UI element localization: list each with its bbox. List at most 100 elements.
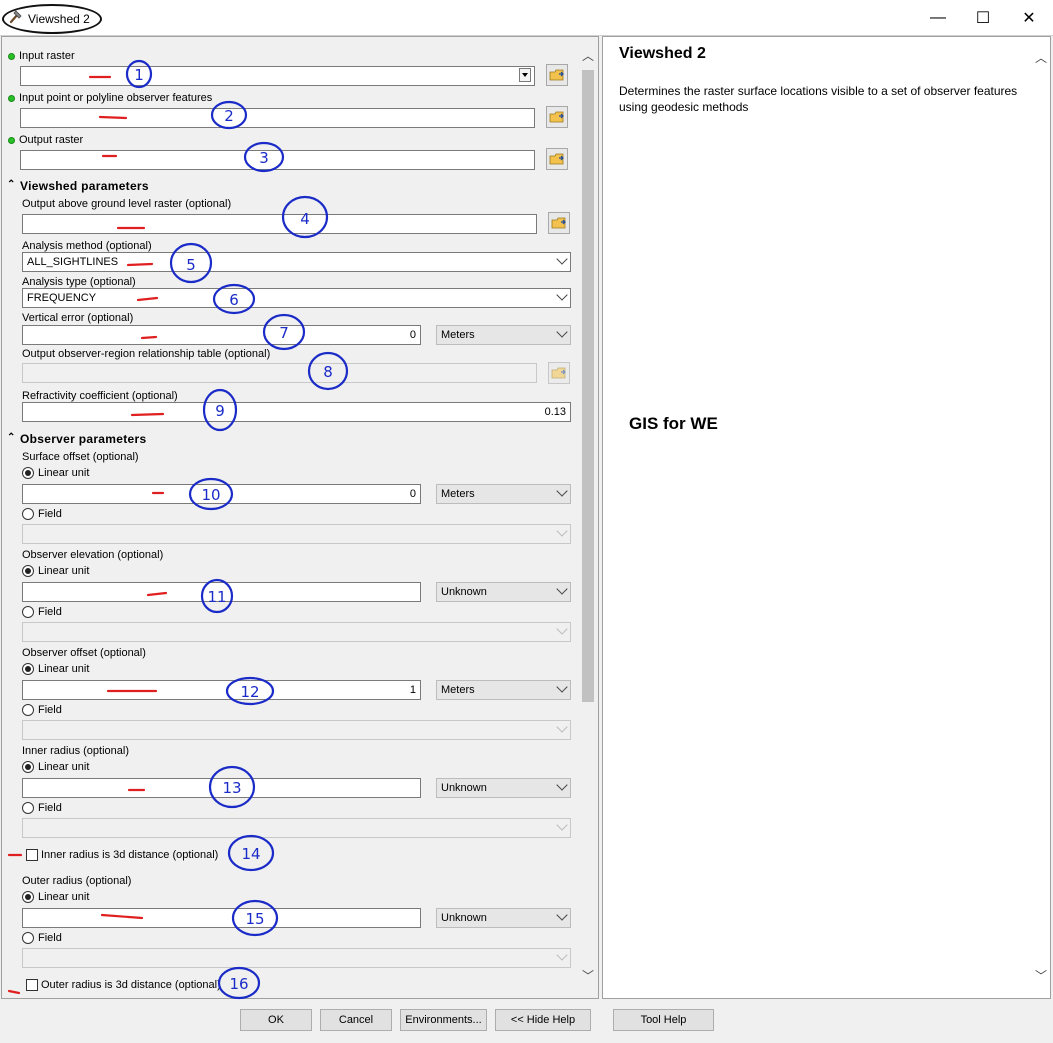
observer-elevation-label: Observer elevation (optional) (22, 549, 164, 561)
folder-icon (551, 367, 566, 379)
ok-button[interactable]: OK (240, 1009, 312, 1031)
folder-icon (549, 153, 564, 165)
field-label: Field (38, 802, 62, 814)
inner-radius-unit: Unknown (441, 782, 487, 794)
scroll-up-icon[interactable]: ︿ (582, 50, 594, 62)
outer-3d-checkbox[interactable] (26, 979, 38, 991)
observer-offset-field-select (22, 720, 571, 740)
analysis-type-label: Analysis type (optional) (22, 276, 136, 288)
window-title: Viewshed 2 (28, 12, 90, 26)
inner-radius-unit-select[interactable]: Unknown (436, 778, 571, 798)
browse-output-raster-button[interactable] (546, 148, 568, 170)
watermark-text: GIS for WE (629, 414, 718, 433)
help-description: Determines the raster surface locations … (619, 84, 1018, 114)
help-title: Viewshed 2 (619, 45, 706, 62)
help-scroll-up-icon[interactable]: ︿ (1035, 52, 1047, 64)
outer-3d-label: Outer radius is 3d distance (optional) (41, 979, 221, 991)
surface-offset-field-radio[interactable] (22, 508, 34, 520)
scroll-down-icon[interactable]: ﹀ (582, 970, 594, 982)
surface-offset-linear-radio[interactable] (22, 467, 34, 479)
linear-unit-label: Linear unit (38, 761, 90, 773)
chevron-down-icon (556, 525, 568, 537)
observer-offset-unit-select[interactable]: Meters (436, 680, 571, 700)
output-raster-field[interactable] (20, 150, 535, 170)
observer-elevation-field-radio[interactable] (22, 606, 34, 618)
inner-3d-label: Inner radius is 3d distance (optional) (41, 849, 219, 861)
surface-offset-unit: Meters (441, 488, 475, 500)
folder-icon (551, 217, 566, 229)
folder-icon (549, 111, 564, 123)
browse-agl-raster-button[interactable] (548, 212, 570, 234)
observer-elevation-field-select (22, 622, 571, 642)
browse-input-raster-button[interactable] (546, 64, 568, 86)
observer-offset-label: Observer offset (optional) (22, 647, 146, 659)
observer-offset-unit: Meters (441, 684, 475, 696)
observer-features-field[interactable] (20, 108, 535, 128)
close-button[interactable]: ✕ (1006, 0, 1052, 35)
observer-offset-linear-radio[interactable] (22, 663, 34, 675)
browse-observer-features-button[interactable] (546, 106, 568, 128)
environments-button[interactable]: Environments... (400, 1009, 487, 1031)
chevron-down-icon (556, 721, 568, 733)
refractivity-field[interactable]: 0.13 (22, 402, 571, 422)
help-panel (602, 36, 1051, 999)
field-label: Field (38, 508, 62, 520)
collapse-chevron-icon[interactable]: ⌃ (7, 432, 15, 443)
observer-elevation-field[interactable] (22, 582, 421, 602)
viewshed-section-header[interactable]: Viewshed parameters (20, 179, 149, 193)
observer-offset-field-radio[interactable] (22, 704, 34, 716)
help-scroll-down-icon[interactable]: ﹀ (1035, 970, 1047, 982)
outer-radius-linear-radio[interactable] (22, 891, 34, 903)
inner-radius-linear-radio[interactable] (22, 761, 34, 773)
observer-section-header[interactable]: Observer parameters (20, 432, 146, 446)
observer-elevation-linear-radio[interactable] (22, 565, 34, 577)
maximize-button[interactable]: ☐ (960, 0, 1006, 35)
observer-offset-field[interactable]: 1 (22, 680, 421, 700)
inner-radius-field-radio[interactable] (22, 802, 34, 814)
analysis-method-select[interactable]: ALL_SIGHTLINES (22, 252, 571, 272)
refractivity-label: Refractivity coefficient (optional) (22, 390, 178, 402)
surface-offset-field[interactable]: 0 (22, 484, 421, 504)
vertical-error-label: Vertical error (optional) (22, 312, 134, 324)
analysis-method-label: Analysis method (optional) (22, 240, 152, 252)
chevron-down-icon (556, 779, 568, 791)
collapse-chevron-icon[interactable]: ⌃ (7, 179, 15, 190)
surface-offset-unit-select[interactable]: Meters (436, 484, 571, 504)
input-raster-label: Input raster (19, 50, 75, 62)
tool-help-button[interactable]: Tool Help (613, 1009, 714, 1031)
analysis-type-value: FREQUENCY (27, 292, 97, 304)
cancel-button[interactable]: Cancel (320, 1009, 392, 1031)
field-label: Field (38, 704, 62, 716)
outer-radius-field-radio[interactable] (22, 932, 34, 944)
surface-offset-field-select (22, 524, 571, 544)
scrollbar-thumb[interactable] (582, 70, 594, 702)
title-bar: Viewshed 2 — ☐ ✕ (0, 0, 1053, 36)
outer-radius-unit-select[interactable]: Unknown (436, 908, 571, 928)
outer-radius-field[interactable] (22, 908, 421, 928)
vertical-error-unit-select[interactable]: Meters (436, 325, 571, 345)
relationship-table-label: Output observer-region relationship tabl… (22, 348, 271, 360)
chevron-down-icon (556, 623, 568, 635)
inner-radius-field[interactable] (22, 778, 421, 798)
required-dot-icon (8, 137, 15, 144)
vertical-error-field[interactable]: 0 (22, 325, 421, 345)
inner-3d-checkbox[interactable] (26, 849, 38, 861)
output-raster-label: Output raster (19, 134, 84, 146)
hide-help-button[interactable]: << Hide Help (495, 1009, 591, 1031)
chevron-down-icon (556, 819, 568, 831)
vertical-error-unit: Meters (441, 329, 475, 341)
chevron-down-icon (556, 253, 568, 265)
outer-radius-unit: Unknown (441, 912, 487, 924)
analysis-type-select[interactable]: FREQUENCY (22, 288, 571, 308)
linear-unit-label: Linear unit (38, 467, 90, 479)
input-raster-field[interactable] (20, 66, 535, 86)
input-raster-dropdown[interactable] (519, 68, 531, 82)
minimize-button[interactable]: — (915, 0, 961, 35)
observer-elevation-unit-select[interactable]: Unknown (436, 582, 571, 602)
inner-radius-field-select (22, 818, 571, 838)
linear-unit-label: Linear unit (38, 565, 90, 577)
agl-raster-field[interactable] (22, 214, 537, 234)
dropdown-arrow-icon (522, 73, 528, 77)
chevron-down-icon (556, 681, 568, 693)
linear-unit-label: Linear unit (38, 663, 90, 675)
